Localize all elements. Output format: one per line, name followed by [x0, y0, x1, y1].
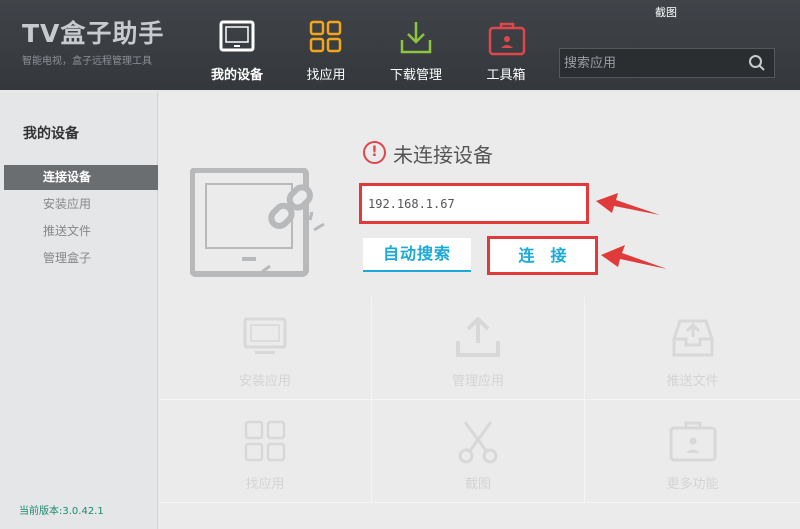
- ip-input-highlight: [359, 183, 589, 224]
- sidebar-item-manage-box[interactable]: 管理盒子: [4, 246, 158, 271]
- connect-button-highlight: 连接: [487, 236, 598, 275]
- app-subtitle: 智能电视，盒子远程管理工具: [22, 56, 152, 67]
- feature-manage-app[interactable]: 管理应用: [372, 297, 585, 400]
- tablet-icon: [219, 20, 255, 52]
- feature-label: 更多功能: [666, 477, 719, 492]
- briefcase-icon: [669, 421, 716, 462]
- scissors-icon: [458, 421, 498, 464]
- arrow-pointer-icon: [601, 245, 667, 269]
- ip-address-input[interactable]: [362, 186, 586, 221]
- app-title: TV盒子助手: [22, 19, 165, 48]
- screenshot-link[interactable]: 截图: [655, 4, 677, 20]
- top-bar: TV盒子助手 智能电视，盒子远程管理工具 截图 我的设备 找应用 下载管理 工具…: [0, 0, 800, 90]
- nav-toolbox[interactable]: 工具箱: [466, 0, 546, 90]
- feature-label: 安装应用: [238, 374, 291, 389]
- nav-my-devices[interactable]: 我的设备: [197, 0, 277, 90]
- inbox-push-icon: [672, 319, 713, 357]
- sidebar-title: 我的设备: [23, 126, 79, 142]
- search-icon[interactable]: [748, 54, 766, 76]
- feature-install-app[interactable]: 安装应用: [159, 297, 372, 400]
- grid-icon: [309, 20, 342, 53]
- arrow-pointer-icon: [596, 193, 660, 215]
- upload-tray-icon: [456, 317, 500, 357]
- nav-label: 工具箱: [486, 68, 526, 83]
- feature-label: 找应用: [245, 477, 285, 492]
- nav-label: 我的设备: [210, 68, 263, 83]
- monitor-icon: [243, 317, 287, 354]
- feature-more[interactable]: 更多功能: [585, 400, 800, 503]
- app-logo: TV盒子助手 智能电视，盒子远程管理工具: [22, 14, 164, 67]
- status-text: 未连接设备: [393, 143, 493, 167]
- auto-search-button[interactable]: 自动搜索: [363, 238, 471, 272]
- feature-label: 管理应用: [451, 374, 504, 389]
- search-box: [559, 48, 775, 78]
- search-input[interactable]: [560, 49, 740, 77]
- feature-label: 推送文件: [666, 374, 719, 389]
- sidebar-item-push-file[interactable]: 推送文件: [4, 219, 158, 244]
- warning-icon: !: [363, 141, 386, 164]
- main-panel: ! 未连接设备 自动搜索 连接 安装应用 管理应用: [159, 93, 800, 529]
- nav-download-manager[interactable]: 下载管理: [376, 0, 456, 90]
- sidebar-item-install-app[interactable]: 安装应用: [4, 192, 158, 217]
- toolbox-icon: [488, 22, 526, 56]
- feature-find-apps[interactable]: 找应用: [159, 400, 372, 503]
- nav-label: 找应用: [306, 68, 346, 83]
- feature-grid: 安装应用 管理应用 推送文件 找应用 截图 更多功能: [159, 297, 800, 503]
- nav-find-apps[interactable]: 找应用: [286, 0, 366, 90]
- connect-button[interactable]: 连接: [490, 239, 595, 272]
- disconnected-device-icon: [189, 167, 330, 287]
- feature-screenshot[interactable]: 截图: [372, 400, 585, 503]
- sidebar: 我的设备 连接设备 安装应用 推送文件 管理盒子 当前版本:3.0.42.1: [0, 93, 158, 529]
- feature-push-file[interactable]: 推送文件: [585, 297, 800, 400]
- download-icon: [400, 22, 432, 54]
- sidebar-item-connect-device[interactable]: 连接设备: [4, 165, 158, 190]
- grid-icon: [244, 420, 286, 462]
- nav-label: 下载管理: [389, 68, 442, 83]
- feature-label: 截图: [464, 477, 491, 492]
- version-label: 当前版本:3.0.42.1: [19, 506, 104, 517]
